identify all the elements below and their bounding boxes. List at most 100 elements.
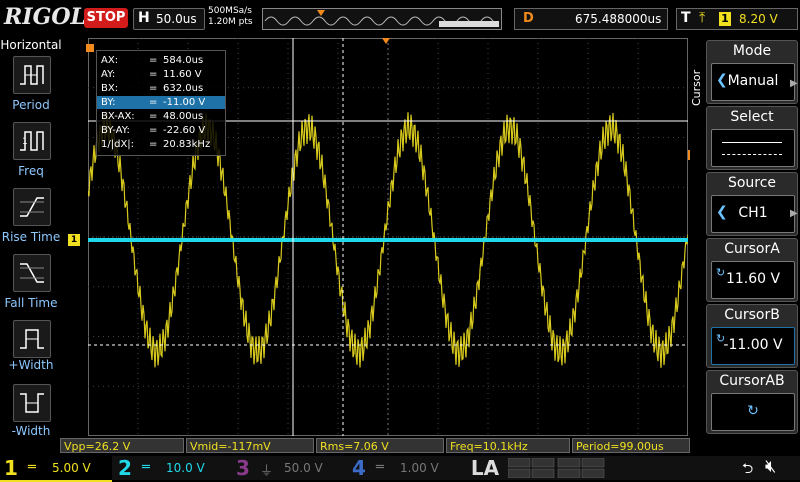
period-label: Period [12,98,50,112]
trigger-time-marker[interactable] [382,38,390,44]
rise-time-button[interactable] [13,188,51,226]
readout-equals: = [149,83,158,94]
channel-1-status[interactable]: 1 ═ 5.00 V [0,456,112,482]
mode-softkey[interactable]: Mode ❮ Manual [706,40,798,104]
freq-icon: 1 [20,131,44,151]
select-value-box [711,129,795,167]
readout-name: BX-AX: [101,111,135,122]
select-title: Select [730,109,774,125]
cursor-readout-row: BY: = -11.00 V [97,96,225,109]
trigger-level: 8.20 V [739,12,778,26]
measurement-vmid[interactable]: Vmid=-117mV [186,438,314,453]
channel-scale: 1.00 V [400,461,439,475]
readout-value: -22.60 V [163,125,206,136]
top-status-bar: RIGOL STOP H 50.0us 500MSa/s 1.20M pts D… [0,0,800,36]
readout-equals: = [149,111,158,122]
fall-time-label: Fall Time [4,296,58,310]
acquisition-info: 500MSa/s 1.20M pts [208,6,253,28]
readout-value: -11.00 V [163,97,206,108]
channel-2-status[interactable]: 2 ═ 10.0 V [114,456,226,480]
timebase-box[interactable]: H 50.0us [133,8,205,30]
cursor-readout-row: 1/|dX|: = 20.83kHz [97,138,225,151]
cursor-menu-label: Cursor [690,69,703,106]
select-softkey[interactable]: Select [706,106,798,170]
speaker-muted-icon[interactable]: 🔇︎ [765,456,776,477]
trigger-box[interactable]: T ⤒ 1 8.20 V [676,8,798,30]
digital-channels-icon [507,457,605,479]
period-button[interactable] [13,56,51,94]
measurement-freq[interactable]: Freq=10.1kHz [446,438,570,453]
readout-equals: = [149,97,158,108]
usb-icon: ⮌ [742,461,754,477]
source-value-box: ❮ CH1 [711,195,795,233]
readout-value: 20.83kHz [163,139,211,150]
chevron-right-icon: ▶ [790,208,798,219]
negative-width-label: -Width [11,424,51,438]
cursor-readout-row: BX-AX: = 48.00us [97,110,225,123]
readout-equals: = [149,125,158,136]
readout-value: 584.0us [163,55,204,66]
trigger-key: T [681,10,691,26]
source-value: CH1 [738,205,768,221]
dc-coupling-icon: ═ [142,460,150,475]
readout-name: 1/|dX|: [101,139,135,150]
chevron-right-icon: ▶ [790,78,798,89]
channel-3-status[interactable]: 3 ⏚ 50.0 V [232,456,344,480]
timebase-value: 50.0us [156,12,197,26]
mode-title: Mode [732,43,772,59]
fall-time-icon [20,263,44,283]
cursor-line-icon [722,142,782,143]
positive-width-label: +Width [8,358,54,372]
negative-width-icon [20,393,44,413]
dc-coupling-icon: ═ [376,460,384,475]
channel-scale: 5.00 V [52,461,91,475]
readout-name: BY: [101,97,116,108]
freq-button[interactable]: 1 [13,122,51,160]
channel-number: 4 [352,456,366,480]
measurement-rms[interactable]: Rms=7.06 V [316,438,444,453]
channel-number: 1 [4,456,18,480]
readout-name: AY: [101,69,116,80]
cursor-a-value: 11.60 V [725,271,781,287]
delay-box[interactable]: D 675.488000us [514,8,668,30]
measurement-period[interactable]: Period=99.00us [572,438,690,453]
channel-scale: 10.0 V [166,461,205,475]
ch1-offset-marker[interactable]: 1 [68,234,80,246]
rising-edge-icon: ⤒ [699,10,706,26]
readout-name: BX: [101,83,119,94]
dc-coupling-icon: ═ [28,460,36,475]
cursor-b-value: -11.00 V [723,337,783,353]
rise-time-label: Rise Time [1,230,61,244]
cursor-a-softkey[interactable]: CursorA ↻ 11.60 V [706,238,798,302]
mode-value: Manual [727,73,779,89]
fall-time-button[interactable] [13,254,51,292]
readout-value: 48.00us [163,111,204,122]
readout-value: 11.60 V [163,69,202,80]
negative-width-button[interactable] [13,384,51,422]
cursor-readout-row: BX: = 632.0us [97,82,225,95]
channel-4-status[interactable]: 4 ═ 1.00 V [348,456,460,480]
delay-key: D [523,11,534,26]
rise-time-icon [20,197,44,217]
cursor-b-softkey[interactable]: CursorB ↻ -11.00 V [706,304,798,368]
trigger-position-marker[interactable] [86,44,94,52]
positive-width-button[interactable] [13,320,51,358]
horizontal-measure-menu: Horizontal Period 1 Freq Rise Time Fall … [0,36,62,438]
measurement-bar: Vpp=26.2 V Vmid=-117mV Rms=7.06 V Freq=1… [60,438,690,454]
channel-number: 3 [236,456,250,480]
cursor-b-value-box: ↻ -11.00 V [711,327,795,365]
logic-analyzer-button[interactable]: LA [465,456,505,480]
cursor-ab-softkey[interactable]: CursorAB ↻ [706,370,798,434]
cursor-readout-panel: AX: = 584.0us AY: = 11.60 V BX: = 632.0us BY: = -11… [96,50,226,156]
cursor-readout-row: BY-AY: = -22.60 V [97,124,225,137]
source-title: Source [727,175,777,191]
cursor-dashed-line-icon [722,154,782,155]
readout-value: 632.0us [163,83,204,94]
source-softkey[interactable]: Source ❮ CH1 [706,172,798,236]
cursor-b-title: CursorB [724,307,780,323]
measurement-vpp[interactable]: Vpp=26.2 V [60,438,184,453]
period-icon [20,65,44,85]
freq-label: Freq [18,164,44,178]
memory-overview-strip[interactable] [262,8,502,30]
run-stop-indicator[interactable]: STOP [84,8,128,28]
